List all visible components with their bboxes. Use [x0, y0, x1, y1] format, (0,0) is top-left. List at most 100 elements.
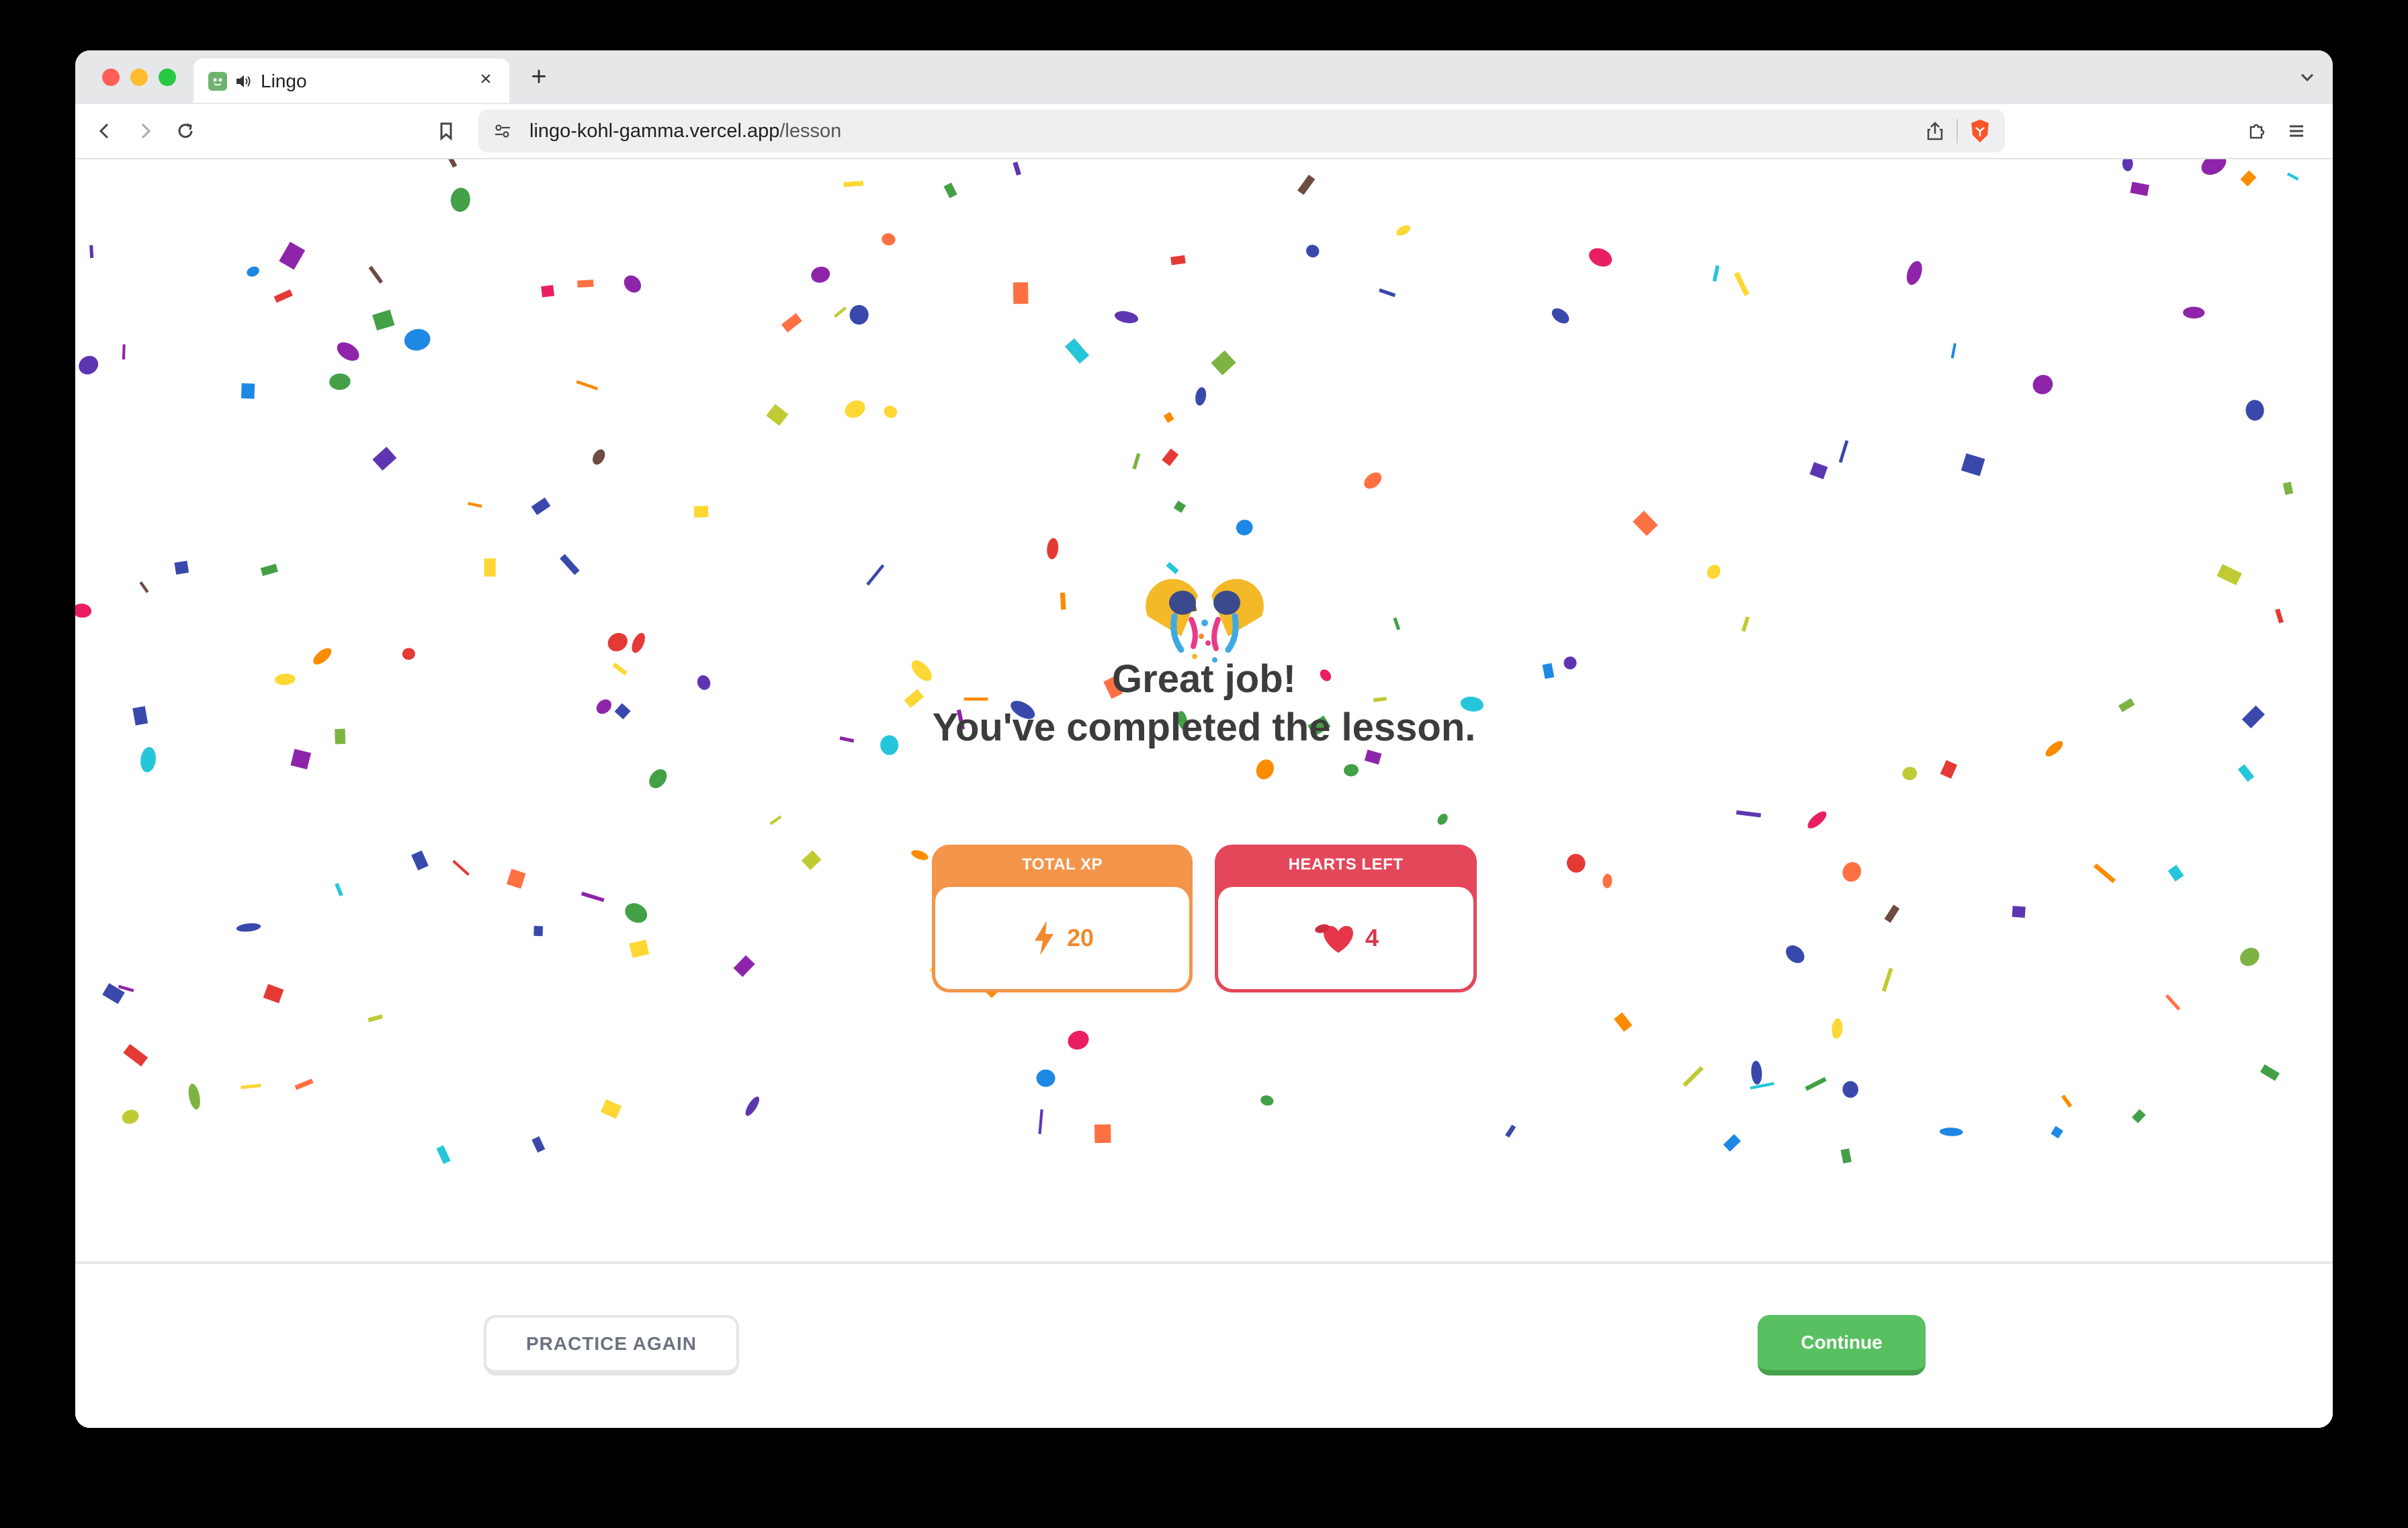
confetti-piece: [1832, 1018, 1843, 1039]
confetti-piece: [1884, 904, 1900, 923]
confetti-piece: [1364, 749, 1382, 765]
confetti-piece: [1036, 1069, 1056, 1087]
confetti-piece: [801, 850, 822, 870]
confetti-piece: [533, 925, 544, 937]
heart-icon: [1315, 924, 1353, 953]
menu-icon[interactable]: [2283, 118, 2310, 144]
confetti-piece: [884, 405, 898, 418]
confetti-piece: [79, 355, 99, 375]
confetti-piece: [484, 558, 496, 577]
confetti-piece: [2130, 181, 2149, 196]
confetti-piece: [236, 923, 261, 932]
hearts-left-label: HEARTS LEFT: [1288, 855, 1404, 874]
confetti-piece: [122, 1109, 139, 1124]
site-settings-icon[interactable]: [492, 120, 513, 142]
tab-strip: Lingo × +: [75, 50, 2333, 104]
confetti-piece: [2217, 564, 2242, 586]
confetti-piece: [849, 304, 869, 325]
extensions-icon[interactable]: [2243, 118, 2270, 144]
confetti-piece: [1068, 1030, 1089, 1050]
confetti-piece: [766, 404, 789, 426]
confetti-piece: [1013, 282, 1029, 304]
address-bar[interactable]: lingo-kohl-gamma.vercel.app/lesson: [478, 110, 2005, 153]
confetti-piece: [1505, 1124, 1516, 1138]
url-domain: lingo-kohl-gamma.vercel.app: [529, 120, 780, 142]
confetti-piece: [745, 1096, 760, 1116]
confetti-piece: [1712, 265, 1720, 282]
confetti-piece: [1256, 759, 1274, 779]
confetti-piece: [263, 984, 284, 1004]
back-arrow-icon[interactable]: [91, 118, 118, 144]
new-tab-button[interactable]: +: [525, 63, 552, 91]
reload-icon[interactable]: [172, 118, 199, 144]
confetti-piece: [1842, 1080, 1858, 1098]
confetti-piece: [122, 344, 126, 360]
confetti-piece: [1805, 1076, 1827, 1091]
chevron-down-icon[interactable]: [2295, 65, 2319, 89]
confetti-piece: [2245, 400, 2264, 421]
confetti-piece: [75, 603, 92, 618]
confetti-piece: [140, 747, 156, 773]
confetti-piece: [1602, 874, 1612, 888]
browser-window: Lingo × + lingo-kohl-gamma.vercel.app/le…: [75, 50, 2333, 1428]
share-icon[interactable]: [1923, 119, 1947, 143]
practice-again-button[interactable]: PRACTICE AGAIN: [484, 1315, 739, 1375]
confetti-piece: [368, 265, 384, 284]
confetti-piece: [404, 329, 431, 351]
confetti-piece: [1060, 592, 1066, 610]
confetti-piece: [1750, 1082, 1774, 1090]
minimize-window-button[interactable]: [130, 69, 148, 86]
confetti-piece: [1733, 271, 1750, 296]
confetti-piece: [2286, 172, 2299, 181]
total-xp-label: TOTAL XP: [1021, 855, 1103, 874]
confetti-piece: [1723, 1134, 1742, 1152]
confetti-piece: [1236, 519, 1253, 536]
confetti-piece: [2131, 1109, 2146, 1123]
confetti-piece: [329, 373, 351, 390]
confetti-piece: [372, 446, 397, 471]
confetti-piece: [843, 181, 864, 187]
forward-arrow-icon[interactable]: [132, 118, 159, 144]
speaker-icon[interactable]: [234, 72, 253, 91]
brave-shield-icon[interactable]: [1967, 118, 1993, 144]
confetti-piece: [1163, 411, 1174, 423]
confetti-piece: [1707, 564, 1721, 579]
completion-title: Great job!: [1112, 657, 1296, 701]
confetti-piece: [1064, 338, 1090, 364]
confetti-piece: [1735, 810, 1762, 818]
confetti-piece: [624, 275, 642, 293]
confetti-piece: [450, 187, 470, 212]
confetti-piece: [139, 581, 149, 593]
confetti-piece: [2240, 947, 2260, 966]
tab-close-icon[interactable]: ×: [474, 68, 497, 91]
url-path: /lesson: [779, 120, 842, 142]
confetti-piece: [531, 1136, 546, 1153]
confetti-piece: [337, 342, 359, 361]
confetti-piece: [834, 306, 847, 318]
browser-tab-lingo[interactable]: Lingo ×: [194, 58, 509, 103]
confetti-piece: [1614, 1012, 1633, 1032]
confetti-piece: [368, 1014, 383, 1023]
maximize-window-button[interactable]: [159, 69, 176, 86]
total-xp-value: 20: [1066, 924, 1094, 951]
confetti-piece: [2165, 994, 2181, 1011]
confetti-piece: [1567, 853, 1586, 873]
confetti-piece: [1842, 861, 1862, 882]
url-text[interactable]: lingo-kohl-gamma.vercel.app/lesson: [529, 120, 841, 142]
lightning-bolt-icon: [1034, 921, 1054, 956]
bookmark-icon[interactable]: [433, 118, 460, 144]
confetti-piece: [174, 560, 189, 575]
confetti-piece: [2051, 1126, 2063, 1139]
confetti-piece: [2061, 1095, 2073, 1108]
confetti-piece: [411, 850, 429, 871]
confetti-piece: [2122, 159, 2133, 171]
confetti-piece: [625, 903, 648, 923]
confetti-piece: [260, 564, 278, 577]
confetti-piece: [2167, 864, 2184, 882]
confetti-piece: [1751, 1060, 1762, 1085]
confetti-piece: [560, 554, 580, 575]
continue-button[interactable]: Continue: [1758, 1315, 1926, 1375]
completion-subtitle: You've completed the lesson.: [932, 706, 1476, 749]
confetti-piece: [2240, 170, 2257, 187]
close-window-button[interactable]: [102, 69, 120, 86]
